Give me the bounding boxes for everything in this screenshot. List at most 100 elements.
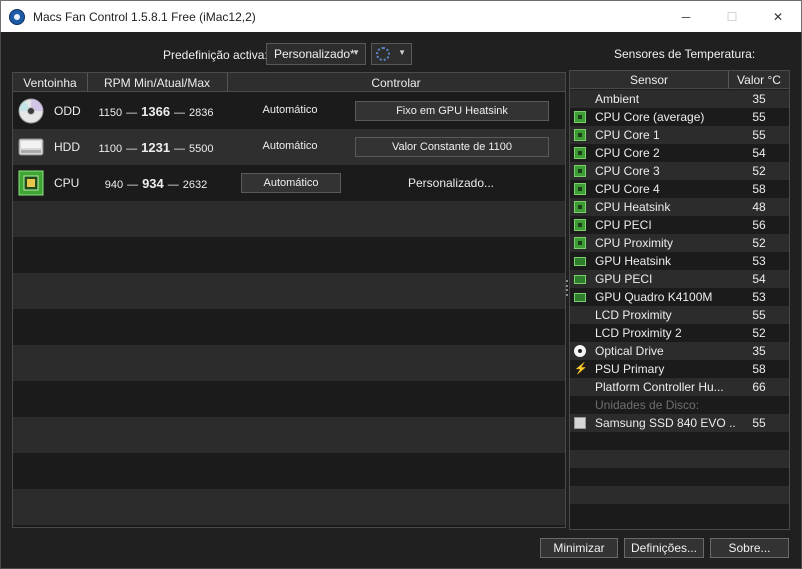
window-minimize-button[interactable]: ─	[663, 1, 709, 32]
fan-rpm-readout: 1100 — 1231 — 5500	[98, 140, 214, 155]
column-header-sensor[interactable]: Sensor	[570, 73, 728, 87]
sensor-row-optical-drive[interactable]: Optical Drive 35	[570, 342, 789, 360]
rpm-separator: —	[126, 143, 138, 155]
empty-row	[13, 417, 565, 453]
sensor-value: 55	[752, 110, 766, 124]
fan-name: CPU	[54, 176, 80, 190]
cpu-chip-icon	[574, 219, 586, 231]
sensor-name: LCD Proximity	[595, 308, 672, 322]
fan-table: Ventoinha RPM Min/Atual/Max Controlar OD…	[12, 72, 566, 528]
empty-row	[570, 468, 789, 486]
preset-options-button[interactable]: ▼	[371, 43, 412, 65]
preset-label: Predefinição activa:	[163, 48, 268, 62]
empty-row	[13, 201, 565, 237]
chevron-down-icon: ▼	[352, 48, 360, 57]
custom-control-button[interactable]: Valor Constante de 1100	[355, 137, 549, 157]
sensor-row-cpu-core-3[interactable]: CPU Core 3 52	[570, 162, 789, 180]
settings-button[interactable]: Definições...	[624, 538, 704, 558]
sensor-row-cpu-core-4[interactable]: CPU Core 4 58	[570, 180, 789, 198]
rpm-current: 1366	[141, 104, 171, 119]
sensor-row-cpu-core-average[interactable]: CPU Core (average) 55	[570, 108, 789, 126]
cpu-chip-icon	[574, 237, 586, 249]
custom-control-button[interactable]: Fixo em GPU Heatsink	[355, 101, 549, 121]
fan-row-odd[interactable]: ODD 1150 — 1366 — 2836 Automático Fixo e…	[13, 93, 565, 129]
rpm-separator: —	[174, 143, 186, 155]
sensor-row-cpu-core-2[interactable]: CPU Core 2 54	[570, 144, 789, 162]
disk-section-header: Unidades de Disco:	[570, 396, 789, 414]
optical-drive-icon	[574, 345, 586, 357]
custom-control-link[interactable]: Personalizado...	[355, 176, 547, 190]
sensor-row-cpu-proximity[interactable]: CPU Proximity 52	[570, 234, 789, 252]
column-header-control[interactable]: Controlar	[227, 76, 565, 92]
sensor-value: 58	[752, 182, 766, 196]
sensor-table-header: Sensor Valor °C	[570, 71, 789, 89]
gpu-card-icon	[574, 257, 586, 266]
hard-drive-icon	[18, 138, 44, 156]
column-header-fan[interactable]: Ventoinha	[13, 76, 87, 92]
rpm-separator: —	[127, 179, 139, 191]
column-header-value[interactable]: Valor °C	[728, 73, 789, 87]
sensor-row-gpu-heatsink[interactable]: GPU Heatsink 53	[570, 252, 789, 270]
app-logo-icon	[9, 9, 25, 25]
empty-row	[13, 345, 565, 381]
rpm-min: 940	[104, 179, 124, 191]
sensor-value: 66	[752, 380, 766, 394]
rpm-current: 1231	[141, 140, 171, 155]
cpu-chip-icon	[574, 165, 586, 177]
fan-row-hdd[interactable]: HDD 1100 — 1231 — 5500 Automático Valor …	[13, 129, 565, 165]
lightning-icon: ⚡	[574, 363, 588, 375]
sensor-name: CPU Core 2	[595, 146, 660, 160]
cpu-chip-icon	[574, 129, 586, 141]
preset-selected-value: Personalizado*	[274, 47, 355, 61]
control-mode-text: Automático	[262, 140, 318, 152]
optical-drive-icon	[18, 98, 44, 124]
sensor-row-samsung-ssd[interactable]: Samsung SSD 840 EVO ... 55	[570, 414, 789, 432]
preset-dropdown[interactable]: Personalizado* ▼	[266, 43, 366, 65]
fan-name: ODD	[54, 104, 81, 118]
column-header-rpm[interactable]: RPM Min/Atual/Max	[87, 76, 227, 92]
fan-name: HDD	[54, 140, 80, 154]
sensor-name: GPU Heatsink	[595, 254, 672, 268]
sensor-row-lcd-proximity-2[interactable]: LCD Proximity 2 52	[570, 324, 789, 342]
window-close-button[interactable]: ✕	[755, 1, 801, 32]
sensor-value: 58	[752, 362, 766, 376]
close-icon: ✕	[772, 9, 784, 24]
sensor-name: Samsung SSD 840 EVO ...	[595, 416, 735, 430]
sensor-name: Platform Controller Hu...	[595, 380, 724, 394]
automatic-control-button[interactable]: Automático	[241, 173, 341, 193]
sensors-title: Sensores de Temperatura:	[614, 47, 756, 61]
rpm-separator: —	[126, 107, 138, 119]
sensor-row-cpu-peci[interactable]: CPU PECI 56	[570, 216, 789, 234]
window-maximize-button[interactable]: ☐	[709, 1, 755, 32]
rpm-max: 2836	[189, 107, 214, 119]
sensor-row-ambient[interactable]: Ambient 35	[570, 90, 789, 108]
cpu-chip-icon	[574, 111, 586, 123]
disk-section-label: Unidades de Disco:	[595, 398, 700, 412]
sensor-name: Ambient	[595, 92, 640, 106]
sensor-row-cpu-heatsink[interactable]: CPU Heatsink 48	[570, 198, 789, 216]
rpm-max: 5500	[189, 143, 214, 155]
fan-row-cpu[interactable]: CPU 940 — 934 — 2632 Automático Personal…	[13, 165, 565, 201]
sensor-name: GPU Quadro K4100M	[595, 290, 713, 304]
cpu-chip-icon	[574, 183, 586, 195]
sensor-value: 55	[752, 128, 766, 142]
rpm-separator: —	[167, 179, 179, 191]
sensor-value: 53	[752, 254, 766, 268]
sensor-value: 52	[752, 326, 766, 340]
sensor-row-cpu-core-1[interactable]: CPU Core 1 55	[570, 126, 789, 144]
sensor-value: 52	[752, 236, 766, 250]
about-button[interactable]: Sobre...	[710, 538, 789, 558]
sensor-row-psu-primary[interactable]: ⚡ PSU Primary 58	[570, 360, 789, 378]
empty-row	[570, 450, 789, 468]
fan-rpm-readout: 1150 — 1366 — 2836	[98, 104, 214, 119]
sensor-row-gpu-quadro[interactable]: GPU Quadro K4100M 53	[570, 288, 789, 306]
sensor-value: 55	[752, 416, 766, 430]
sensor-name: CPU Core (average)	[595, 110, 705, 124]
title-bar: Macs Fan Control 1.5.8.1 Free (iMac12,2)…	[0, 0, 802, 32]
sensor-row-lcd-proximity[interactable]: LCD Proximity 55	[570, 306, 789, 324]
sensor-row-platform-controller[interactable]: Platform Controller Hu... 66	[570, 378, 789, 396]
rpm-separator: —	[174, 107, 186, 119]
minimize-button[interactable]: Minimizar	[540, 538, 618, 558]
rpm-min: 1150	[98, 107, 123, 119]
sensor-row-gpu-peci[interactable]: GPU PECI 54	[570, 270, 789, 288]
